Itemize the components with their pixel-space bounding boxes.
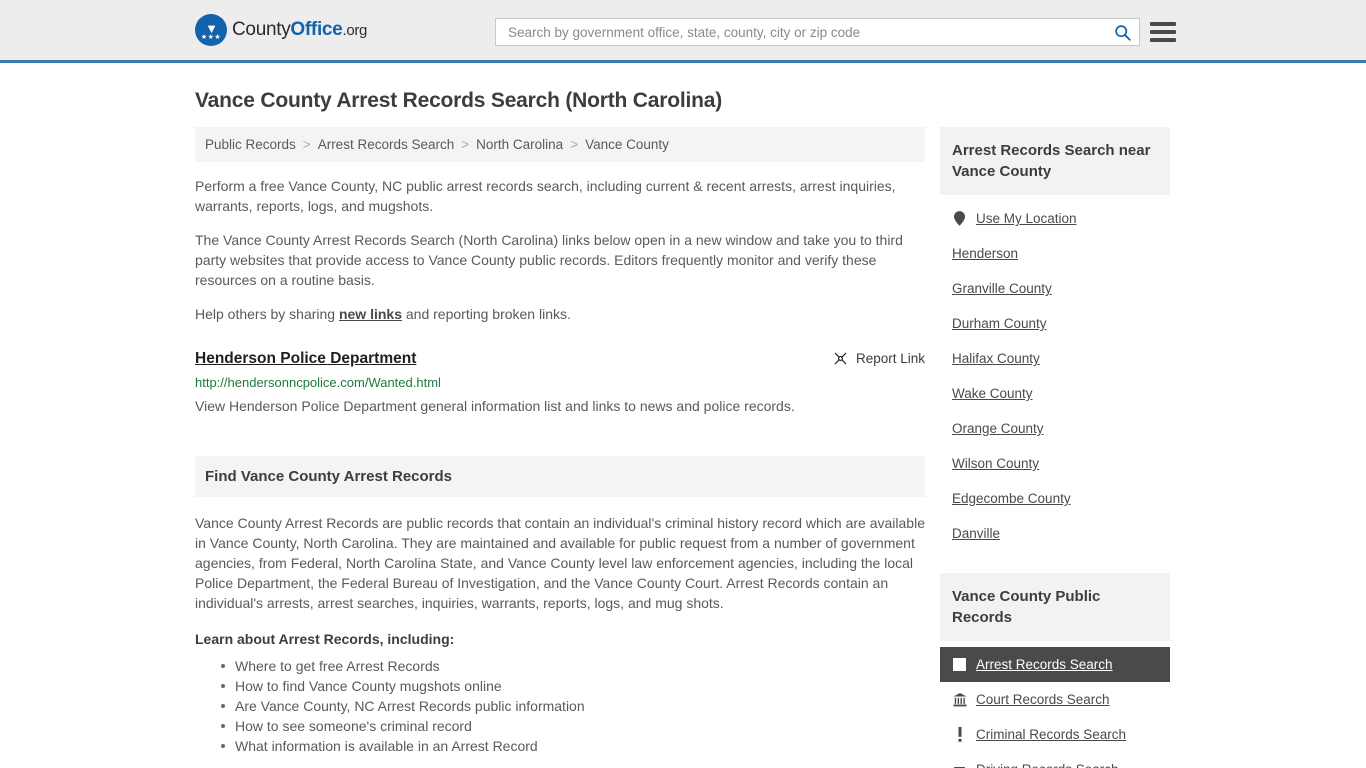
- result-header-row: Henderson Police Department Report Link: [195, 350, 925, 368]
- sidebar-item-danville[interactable]: Danville: [940, 516, 1170, 551]
- page-container: Vance County Arrest Records Search (Nort…: [0, 89, 1366, 768]
- section-body: Vance County Arrest Records are public r…: [195, 513, 925, 756]
- search-box: [495, 18, 1140, 46]
- site-logo[interactable]: ▼ ★★★ CountyOffice.org: [195, 14, 367, 46]
- result-title-link[interactable]: Henderson Police Department: [195, 350, 416, 368]
- list-item: What information is available in an Arre…: [221, 736, 925, 756]
- breadcrumb-item-1[interactable]: Arrest Records Search: [318, 137, 455, 152]
- result-item: Henderson Police Department Report Link …: [195, 350, 925, 416]
- content-columns: Public Records > Arrest Records Search >…: [195, 127, 1171, 768]
- sidebar-item-label: Granville County: [952, 281, 1052, 296]
- sidebar-item-durham-county[interactable]: Durham County: [940, 306, 1170, 341]
- sidebar-item-edgecombe-county[interactable]: Edgecombe County: [940, 481, 1170, 516]
- sidebar-item-criminal-records-search[interactable]: Criminal Records Search: [940, 717, 1170, 752]
- breadcrumb: Public Records > Arrest Records Search >…: [195, 127, 925, 162]
- sidebar-nearby-list: Use My Location Henderson Granville Coun…: [940, 201, 1170, 551]
- sidebar-item-driving-records-search[interactable]: Driving Records Search: [940, 752, 1170, 768]
- result-url[interactable]: http://hendersonncpolice.com/Wanted.html: [195, 375, 925, 390]
- sidebar-nearby-heading: Arrest Records Search near Vance County: [940, 127, 1170, 195]
- broken-link-icon: [834, 352, 847, 365]
- section-lead-in: Learn about Arrest Records, including:: [195, 631, 455, 647]
- courthouse-icon: [952, 692, 967, 707]
- intro-paragraph-1: Perform a free Vance County, NC public a…: [195, 178, 896, 214]
- sidebar-item-label: Arrest Records Search: [976, 657, 1113, 672]
- sidebar-item-label: Edgecombe County: [952, 491, 1071, 506]
- sidebar-item-court-records-search[interactable]: Court Records Search: [940, 682, 1170, 717]
- report-link-button[interactable]: Report Link: [833, 350, 925, 366]
- list-item: Are Vance County, NC Arrest Records publ…: [221, 696, 925, 716]
- main-column: Public Records > Arrest Records Search >…: [195, 127, 925, 756]
- logo-text-part2: Office: [290, 19, 343, 40]
- section-bullet-list: Where to get free Arrest Records How to …: [195, 656, 925, 756]
- logo-text-part1: County: [232, 19, 291, 40]
- sidebar-item-orange-county[interactable]: Orange County: [940, 411, 1170, 446]
- sidebar-item-label: Halifax County: [952, 351, 1040, 366]
- section-paragraph: Vance County Arrest Records are public r…: [195, 515, 925, 611]
- logo-text: CountyOffice.org: [232, 19, 367, 41]
- sidebar-item-label: Use My Location: [976, 211, 1077, 226]
- new-links-link[interactable]: new links: [339, 306, 402, 322]
- sidebar-public-records-list: Arrest Records Search Court Records Sear…: [940, 647, 1170, 768]
- share-text-after: and reporting broken links.: [402, 306, 571, 322]
- map-pin-icon: [952, 211, 967, 226]
- sidebar-item-label: Danville: [952, 526, 1001, 541]
- result-description: View Henderson Police Department general…: [195, 398, 795, 414]
- sidebar-item-label: Durham County: [952, 316, 1047, 331]
- eagle-shield-icon: ▼ ★★★: [195, 14, 227, 46]
- sidebar-item-halifax-county[interactable]: Halifax County: [940, 341, 1170, 376]
- sidebar-item-arrest-records-search[interactable]: Arrest Records Search: [940, 647, 1170, 682]
- list-item: Where to get free Arrest Records: [221, 656, 925, 676]
- page-title: Vance County Arrest Records Search (Nort…: [195, 89, 722, 112]
- report-link-label: Report Link: [855, 351, 925, 366]
- sidebar-item-label: Court Records Search: [976, 692, 1110, 707]
- search-icon: [1114, 24, 1131, 41]
- search-button[interactable]: [1105, 19, 1139, 45]
- breadcrumb-separator: >: [461, 137, 470, 152]
- square-icon: [952, 658, 967, 671]
- share-text-before: Help others by sharing: [195, 306, 339, 322]
- breadcrumb-separator: >: [570, 137, 579, 152]
- hamburger-menu-icon[interactable]: [1150, 20, 1176, 44]
- sidebar-public-records-heading: Vance County Public Records: [940, 573, 1170, 641]
- list-item: How to see someone's criminal record: [221, 716, 925, 736]
- sidebar-item-henderson[interactable]: Henderson: [940, 236, 1170, 271]
- sidebar-item-use-my-location[interactable]: Use My Location: [940, 201, 1170, 236]
- sidebar-item-label: Wilson County: [952, 456, 1040, 471]
- breadcrumb-item-3[interactable]: Vance County: [585, 137, 669, 152]
- sidebar-item-label: Driving Records Search: [976, 761, 1119, 768]
- search-input[interactable]: [496, 24, 1105, 40]
- site-header: ▼ ★★★ CountyOffice.org: [0, 0, 1366, 63]
- exclamation-icon: [952, 727, 967, 742]
- breadcrumb-item-0[interactable]: Public Records: [205, 137, 296, 152]
- sidebar-item-label: Wake County: [952, 386, 1033, 401]
- intro-paragraph-2: The Vance County Arrest Records Search (…: [195, 232, 903, 288]
- sidebar: Arrest Records Search near Vance County …: [940, 127, 1170, 768]
- sidebar-item-label: Henderson: [952, 246, 1019, 261]
- sidebar-item-label: Criminal Records Search: [976, 727, 1127, 742]
- sidebar-item-granville-county[interactable]: Granville County: [940, 271, 1170, 306]
- breadcrumb-separator: >: [302, 137, 311, 152]
- sidebar-item-wilson-county[interactable]: Wilson County: [940, 446, 1170, 481]
- car-icon: [952, 764, 967, 768]
- sidebar-item-wake-county[interactable]: Wake County: [940, 376, 1170, 411]
- sidebar-item-label: Orange County: [952, 421, 1044, 436]
- list-item: How to find Vance County mugshots online: [221, 676, 925, 696]
- logo-text-part3: .org: [342, 22, 368, 39]
- section-heading: Find Vance County Arrest Records: [195, 456, 925, 497]
- intro-paragraph-3: Help others by sharing new links and rep…: [195, 304, 925, 324]
- breadcrumb-item-2[interactable]: North Carolina: [476, 137, 563, 152]
